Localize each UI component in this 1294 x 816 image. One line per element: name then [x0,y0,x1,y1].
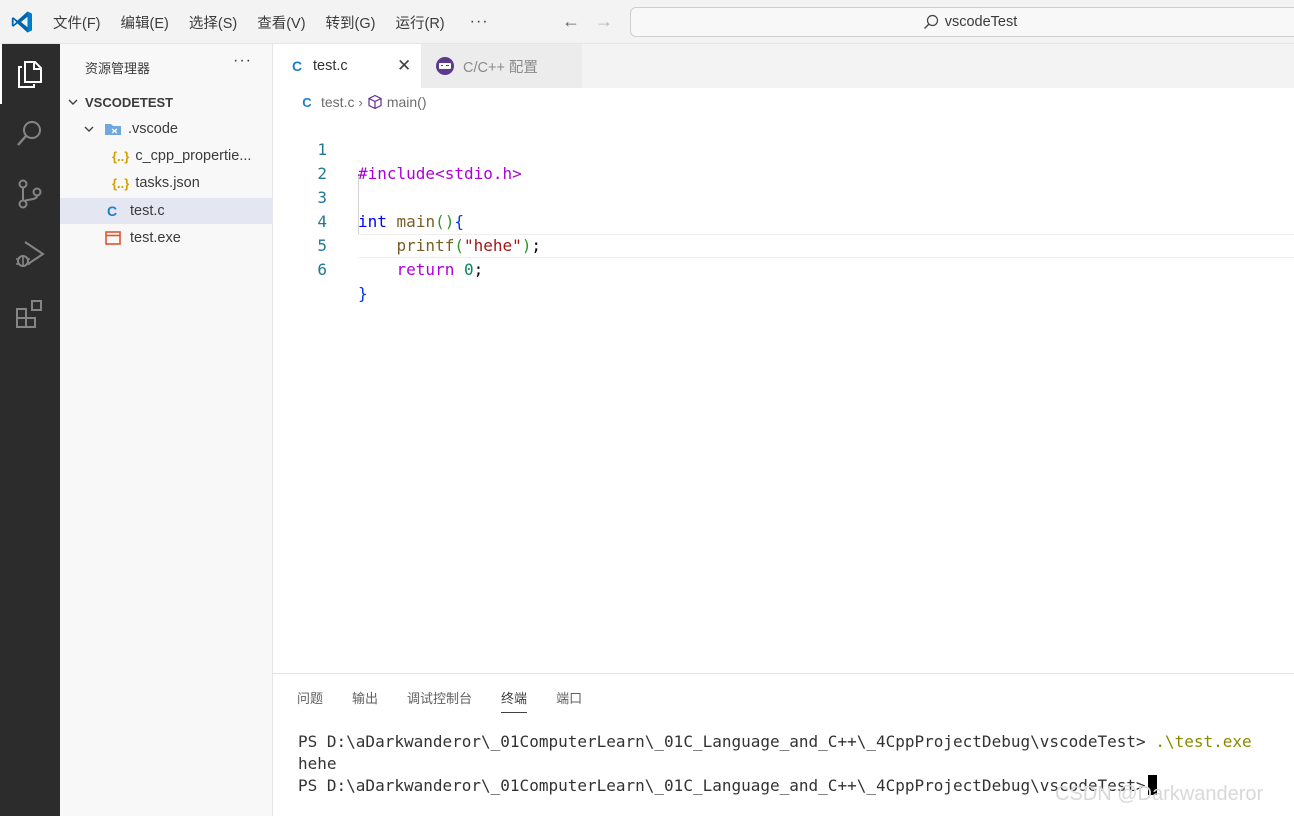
tab-test-c[interactable]: C test.c ✕ [273,44,421,88]
terminal-output: hehe [298,754,337,773]
chevron-right-icon: › [358,94,363,110]
tree-item-test-exe[interactable]: test.exe [60,225,273,251]
explorer-icon[interactable] [14,58,46,90]
code-line: 4 printf("hehe"); [273,186,1294,255]
terminal-line: hehe [298,753,337,775]
code-line: 5 return 0; [273,210,1294,279]
tree-item-vscode-folder[interactable]: .vscode [60,116,273,142]
search-icon [923,14,938,29]
code-editor[interactable]: 1 #include<stdio.h> 2 3 int main(){ 4 pr… [273,116,1294,673]
json-icon: {..} [112,175,130,191]
tree-item-test-c[interactable]: C test.c [60,198,273,224]
terminal-line: PS D:\aDarkwanderor\_01ComputerLearn\_01… [298,731,1252,753]
breadcrumb-symbol[interactable]: main() [387,94,427,110]
terminal-command: .\test.exe [1155,732,1252,751]
folder-vscode-icon [105,124,121,135]
command-center-search[interactable]: vscodeTest [630,7,1294,37]
chevron-down-icon [68,99,78,105]
cpp-config-icon [436,57,454,75]
tab-terminal[interactable]: 终端 [501,688,528,713]
tree-item-label: test.exe [130,230,181,246]
title-bar: 文件(F) 编辑(E) 选择(S) 查看(V) 转到(G) 运行(R) ··· … [0,0,1294,44]
extensions-icon[interactable] [14,298,46,330]
line-number: 6 [317,260,327,279]
run-debug-icon[interactable] [14,238,46,270]
tree-item-label: test.c [130,203,165,219]
menu-file[interactable]: 文件(F) [53,12,101,33]
close-icon[interactable]: ✕ [397,56,411,76]
exe-file-icon [105,231,121,245]
source-control-icon[interactable] [14,178,46,210]
tree-item-c-cpp-properties[interactable]: {..} c_cpp_propertie... [60,143,273,169]
command-center-label: vscodeTest [944,14,1018,30]
activity-bar [0,44,60,816]
active-indicator [0,44,2,104]
sidebar-title: 资源管理器 [85,61,151,76]
terminal-line[interactable]: PS D:\aDarkwanderor\_01ComputerLearn\_01… [298,775,1157,797]
code-line: 2 [273,138,1294,183]
search-view-icon[interactable] [14,118,46,150]
sidebar-more-button[interactable]: ··· [233,52,252,70]
menu-selection[interactable]: 选择(S) [189,12,237,33]
terminal-prompt: PS D:\aDarkwanderor\_01ComputerLearn\_01… [298,776,1146,795]
breadcrumb-file[interactable]: test.c [321,94,354,110]
code-text: return 0; [396,260,484,279]
code-line: 6 } [273,234,1294,303]
c-file-icon: C [106,203,118,219]
menu-more-button[interactable]: ··· [470,13,489,31]
watermark: CSDN @Darkwanderor [1055,783,1264,805]
tree-item-tasks-json[interactable]: {..} tasks.json [60,170,273,196]
panel-tab-bar: 问题 输出 调试控制台 终端 端口 [297,688,611,713]
menu-go[interactable]: 转到(G) [326,12,376,33]
c-file-icon: C [302,94,312,110]
vscode-logo-icon [11,11,33,33]
explorer-sidebar: 资源管理器 ··· VSCODETEST .vscode {..} c_cpp_… [60,44,273,816]
json-icon: {..} [112,148,130,164]
chevron-down-icon [84,126,94,132]
tree-item-label: c_cpp_propertie... [135,148,252,164]
tab-label: C/C++ 配置 [463,59,538,76]
tab-label: test.c [313,58,348,74]
tab-problems[interactable]: 问题 [297,688,323,713]
tree-item-label: .vscode [128,121,178,137]
tree-item-label: tasks.json [135,175,200,191]
code-text: } [358,284,368,303]
menu-bar: 文件(F) 编辑(E) 选择(S) 查看(V) 转到(G) 运行(R) ··· [53,0,509,44]
tab-debug-console[interactable]: 调试控制台 [407,688,472,713]
terminal-prompt: PS D:\aDarkwanderor\_01ComputerLearn\_01… [298,732,1156,751]
menu-edit[interactable]: 编辑(E) [121,12,169,33]
code-line: 3 int main(){ [273,162,1294,231]
c-file-icon: C [291,58,303,74]
editor-tab-bar: C test.c ✕ C/C++ 配置 [273,44,1294,88]
code-line: 1 #include<stdio.h> [273,114,1294,183]
method-symbol-icon [368,94,382,110]
forward-arrow-icon[interactable]: → [595,11,613,32]
menu-view[interactable]: 查看(V) [257,12,305,33]
tree-root-label: VSCODETEST [85,94,174,110]
menu-run[interactable]: 运行(R) [395,12,444,33]
breadcrumb: C test.c › main() [273,88,1294,116]
tab-ports[interactable]: 端口 [556,688,582,713]
tree-root-folder[interactable]: VSCODETEST [60,89,273,115]
tab-cpp-config[interactable]: C/C++ 配置 [421,44,582,88]
back-arrow-icon[interactable]: ← [562,11,580,32]
tab-output[interactable]: 输出 [352,688,378,713]
